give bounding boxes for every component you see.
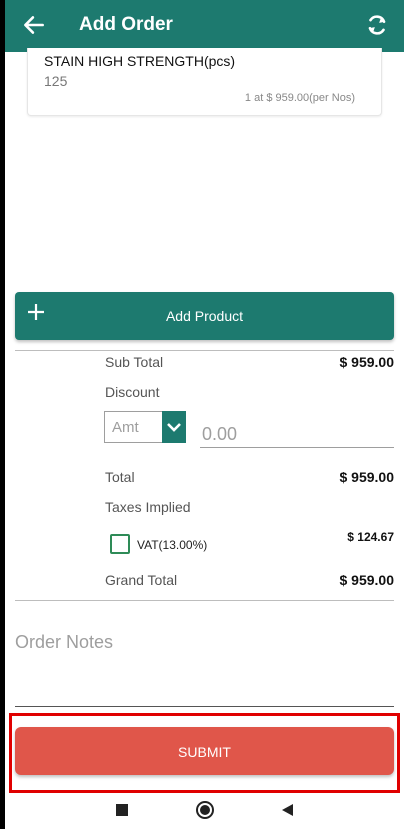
discount-label: Discount [105,384,160,400]
discount-type-select[interactable]: Amt [104,411,186,443]
product-card[interactable]: STAIN HIGH STRENGTH(pcs) 125 1 at $ 959.… [27,48,382,116]
subtotal-value: $ 959.00 [339,354,395,370]
grand-total-label: Grand Total [105,572,178,588]
page-title: Add Order [79,14,173,35]
grand-total-value: $ 959.00 [339,572,395,588]
vat-value: $ 124.67 [347,530,394,544]
divider [15,600,394,601]
square-icon[interactable] [116,804,128,816]
vat-checkbox[interactable] [110,534,130,554]
discount-type-value: Amt [112,419,139,436]
product-quantity: 125 [44,73,68,89]
system-nav-bar [5,793,404,829]
sync-icon[interactable] [364,12,390,38]
chevron-down-icon [162,411,186,443]
product-rate: 1 at $ 959.00(per Nos) [244,92,355,104]
divider [15,350,394,351]
discount-amount-input[interactable]: 0.00 [200,418,394,448]
vat-label: VAT(13.00%) [137,538,208,552]
total-value: $ 959.00 [339,469,395,485]
arrow-left-icon[interactable] [21,12,47,38]
add-order-screen: Add Order STAIN HIGH STRENGTH(pcs) 125 1… [5,0,404,829]
triangle-back-icon[interactable] [279,802,295,818]
add-product-button[interactable]: Add Product [15,292,394,340]
subtotal-label: Sub Total [105,354,164,370]
discount-amount-placeholder: 0.00 [202,424,238,444]
circle-home-icon[interactable] [195,800,215,820]
order-notes-input[interactable]: Order Notes [15,632,113,653]
total-label: Total [105,469,135,485]
app-bar: Add Order [5,0,404,52]
taxes-label: Taxes Implied [105,499,191,515]
product-name: STAIN HIGH STRENGTH(pcs) [44,53,236,69]
submit-button[interactable]: SUBMIT [15,727,394,775]
add-product-label: Add Product [165,308,244,324]
notes-underline [15,706,394,707]
